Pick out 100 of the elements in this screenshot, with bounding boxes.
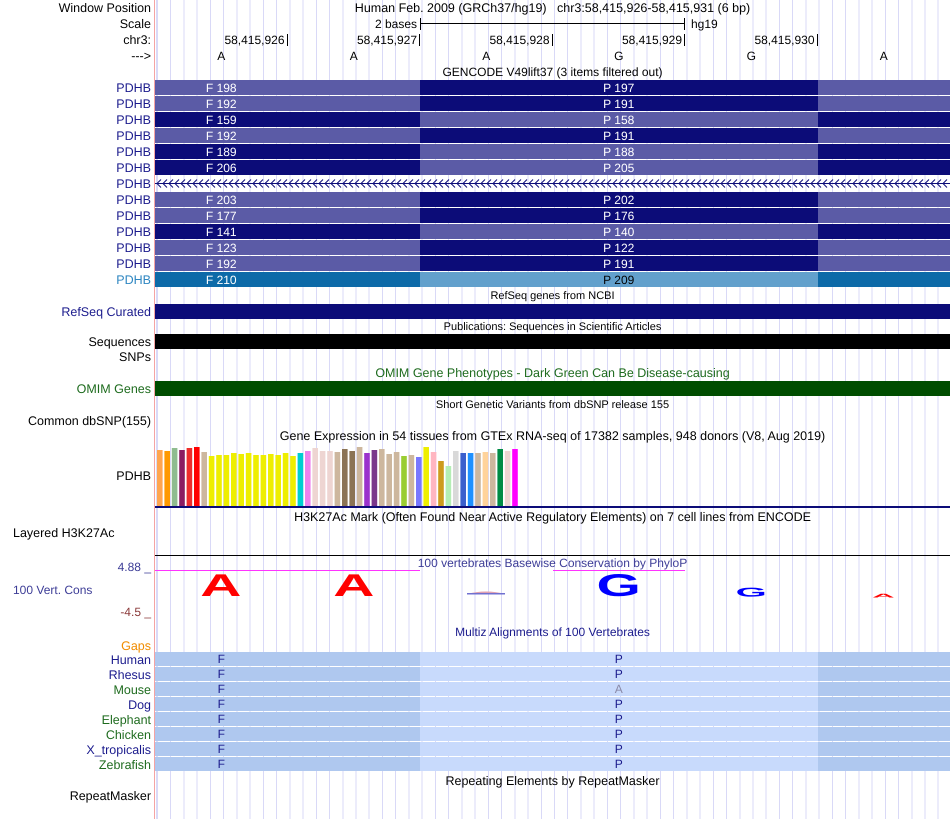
exon-bar[interactable]: F 192 — [155, 96, 420, 111]
species-label[interactable]: Zebrafish — [98, 758, 151, 772]
exon-bar[interactable] — [818, 256, 950, 271]
gene-label[interactable]: PDHB — [116, 129, 151, 143]
alignment-cell: P — [420, 652, 818, 666]
gene-label[interactable]: PDHB — [116, 273, 151, 287]
gene-label[interactable]: PDHB — [116, 225, 151, 239]
exon-bar[interactable]: P 188 — [420, 144, 818, 159]
gene-label[interactable]: PDHB — [116, 177, 151, 191]
base-letter: A — [880, 49, 888, 63]
gene-label[interactable]: PDHB — [116, 161, 151, 175]
conservation-letter: A — [200, 574, 242, 598]
alignment-cell: P — [420, 757, 818, 771]
gene-label[interactable]: PDHB — [116, 145, 151, 159]
base-letter: A — [350, 49, 358, 63]
exon-bar[interactable]: P 122 — [420, 240, 818, 255]
alignment-cell: F — [155, 697, 420, 711]
track-label[interactable]: 100 Vert. Cons — [13, 582, 92, 596]
species-label[interactable]: Dog — [128, 698, 151, 712]
track-label[interactable]: Sequences — [88, 334, 151, 348]
base-letter: A — [217, 49, 226, 63]
assembly-name: hg19 — [690, 17, 719, 31]
exon-bar[interactable]: F 141 — [155, 224, 420, 239]
exon-bar[interactable]: P 197 — [420, 80, 818, 95]
alignment-cell: F — [155, 682, 420, 696]
species-label[interactable]: X_tropicalis — [86, 742, 151, 756]
exon-bar[interactable] — [818, 80, 950, 95]
base-letter: G — [746, 49, 756, 63]
track-bar[interactable] — [155, 381, 950, 396]
track-label[interactable]: OMIM Genes — [76, 382, 151, 396]
scale-label: Scale — [120, 17, 151, 31]
track-title: Gene Expression in 54 tissues from GTEx RNA-seq of 17382 samples, 948 donors (V8, Aug 2019) — [280, 428, 826, 442]
base-letter: G — [614, 49, 624, 63]
alignment-cell: P — [420, 727, 818, 741]
exon-bar[interactable] — [818, 112, 950, 127]
exon-bar[interactable]: F 192 — [155, 128, 420, 143]
exon-bar[interactable]: F 159 — [155, 112, 420, 127]
exon-bar[interactable] — [818, 208, 950, 223]
gene-label[interactable]: PDHB — [116, 241, 151, 255]
track-label[interactable]: Layered H3K27Ac — [13, 526, 114, 540]
coordinate-tick: 58,415,926 — [224, 33, 286, 47]
exon-bar[interactable]: P 176 — [420, 208, 818, 223]
species-label[interactable]: Rhesus — [108, 668, 151, 682]
exon-bar[interactable] — [818, 128, 950, 143]
exon-bar[interactable]: F 192 — [155, 256, 420, 271]
alignment-cell: P — [420, 712, 818, 726]
alignment-cell: P — [420, 667, 818, 681]
track-label[interactable]: Common dbSNP(155) — [28, 414, 151, 428]
alignment-cell: F — [155, 742, 420, 756]
exon-bar[interactable]: P 202 — [420, 192, 818, 207]
coordinate-tick: 58,415,928 — [489, 33, 550, 47]
track-bar[interactable] — [155, 334, 950, 349]
exon-bar[interactable]: P 140 — [420, 224, 818, 239]
exon-bar[interactable]: F 177 — [155, 208, 420, 223]
gene-label[interactable]: PDHB — [116, 209, 151, 223]
coordinate-tick: 58,415,927 — [356, 33, 418, 47]
track-title: Multiz Alignments of 100 Vertebrates — [455, 625, 650, 639]
exon-bar[interactable] — [818, 240, 950, 255]
exon-bar[interactable]: P 158 — [420, 112, 818, 127]
exon-bar[interactable]: P 191 — [420, 128, 818, 143]
exon-bar[interactable] — [818, 192, 950, 207]
exon-bar[interactable] — [818, 144, 950, 159]
exon-bar[interactable]: P 191 — [420, 96, 818, 111]
exon-bar[interactable] — [818, 160, 950, 175]
exon-bar[interactable]: F 189 — [155, 144, 420, 159]
track-label[interactable]: RefSeq Curated — [61, 304, 151, 318]
species-label[interactable]: Chicken — [106, 728, 151, 742]
exon-bar[interactable]: P 191 — [420, 256, 818, 271]
exon-bar[interactable]: F 203 — [155, 192, 420, 207]
track-bar[interactable] — [155, 304, 950, 319]
exon-bar[interactable]: P 209 — [420, 272, 818, 287]
gene-label[interactable]: PDHB — [116, 97, 151, 111]
track-label[interactable]: SNPs — [119, 350, 151, 364]
strand-label[interactable]: ---> — [131, 49, 151, 63]
track-label[interactable]: RepeatMasker — [70, 789, 151, 803]
exon-bar[interactable] — [818, 224, 950, 239]
gene-label[interactable]: PDHB — [116, 257, 151, 271]
axis-min: -4.5 _ — [120, 605, 151, 619]
exon-bar[interactable]: F 123 — [155, 240, 420, 255]
scale-span: 2 bases — [374, 17, 418, 31]
exon-bar[interactable] — [818, 272, 950, 287]
gene-label[interactable]: PDHB — [116, 193, 151, 207]
base-letter: A — [482, 49, 490, 63]
exon-bar[interactable]: P 205 — [420, 160, 818, 175]
alignment-cell: F — [155, 712, 420, 726]
exon-bar[interactable]: F 198 — [155, 80, 420, 95]
species-label[interactable]: Elephant — [102, 712, 151, 726]
coordinate-tick: 58,415,929 — [622, 33, 683, 47]
gene-label[interactable]: PDHB — [116, 113, 151, 127]
exon-bar[interactable]: F 210 — [155, 272, 420, 287]
exon-bar[interactable]: F 206 — [155, 160, 420, 175]
track-title: GENCODE V49lift37 (3 items filtered out) — [442, 65, 663, 79]
track-label[interactable]: PDHB — [116, 468, 151, 482]
track-title: OMIM Gene Phenotypes - Dark Green Can Be Disease-causing — [375, 366, 730, 380]
species-label[interactable]: Mouse — [113, 682, 151, 696]
gene-label[interactable]: PDHB — [116, 81, 151, 95]
species-label[interactable]: Human — [110, 652, 151, 666]
alignment-cell: P — [420, 697, 818, 711]
position-text: Human Feb. 2009 (GRCh37/hg19) chr3:58,415,926-58,415,931 (6 bp) — [354, 1, 750, 15]
exon-bar[interactable] — [818, 96, 950, 111]
